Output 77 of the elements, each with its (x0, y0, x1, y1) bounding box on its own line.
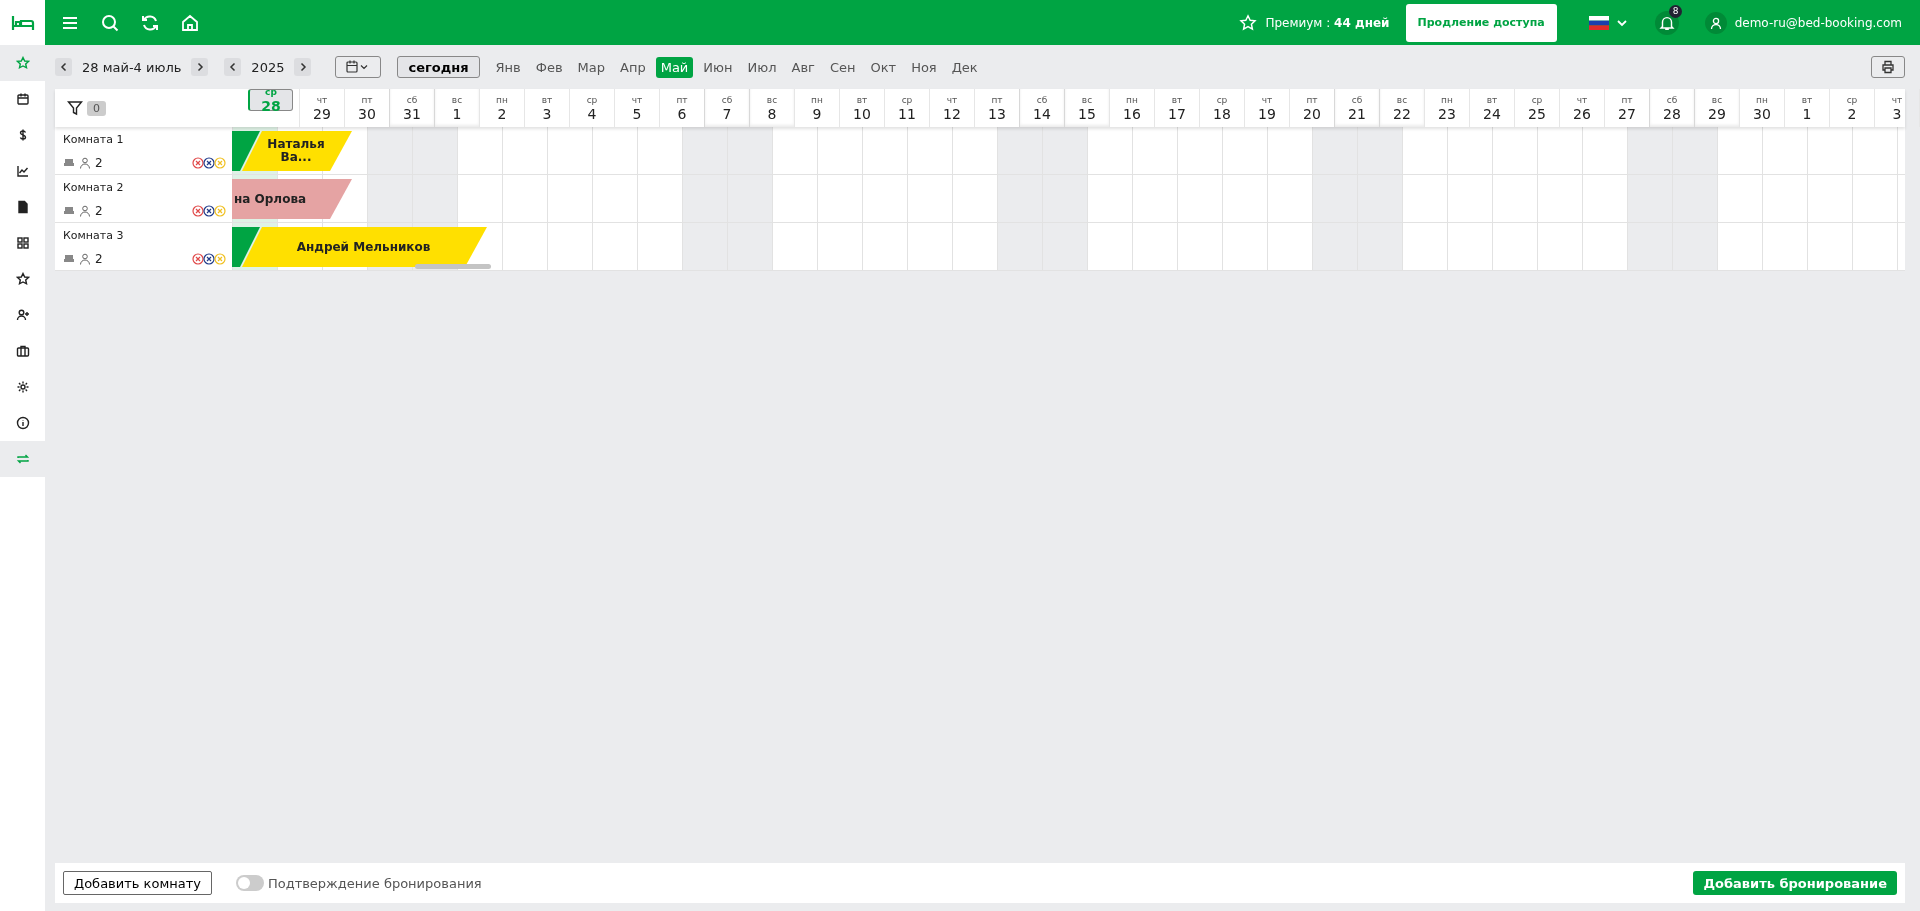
status-icons (192, 157, 226, 169)
guest-count: 2 (95, 252, 103, 266)
month-tab[interactable]: Янв (490, 56, 526, 78)
month-tab[interactable]: Сен (824, 56, 861, 78)
star-icon (1239, 13, 1258, 32)
notification-count: 8 (1668, 4, 1683, 18)
chart-icon (15, 164, 30, 178)
guest-count: 2 (95, 204, 103, 218)
search-icon[interactable] (100, 12, 120, 33)
refresh-icon[interactable] (140, 12, 160, 33)
print-button[interactable] (1871, 56, 1905, 78)
date-range: 28 май-4 июль (82, 59, 182, 75)
room-name: Комната 2 (63, 181, 125, 194)
month-tab[interactable]: Мар (572, 56, 611, 78)
bed-icon (63, 158, 75, 168)
guest-count: 2 (95, 156, 103, 170)
month-tab[interactable]: Июн (698, 56, 738, 78)
confirmation-toggle[interactable] (235, 875, 264, 891)
confirmation-label: Подтверждение бронирования (267, 875, 482, 891)
calendar-icon (15, 92, 30, 106)
briefcase-icon (15, 344, 30, 358)
month-tab[interactable]: Ноя (906, 56, 942, 78)
printer-icon (1881, 60, 1895, 74)
star-icon (15, 56, 30, 70)
day-header: ср 28 (248, 89, 293, 111)
room-name: Комната 3 (63, 229, 125, 242)
chevron-right-icon (195, 62, 204, 72)
guest-name: Андрей Мельников (296, 240, 431, 254)
today-button[interactable]: сегодня (397, 56, 480, 78)
previous-year-button[interactable] (224, 58, 242, 76)
booking-bar[interactable]: Андрей Мельников (242, 227, 487, 267)
month-tab[interactable]: Апр (615, 56, 651, 78)
star-icon (15, 272, 30, 286)
person-icon (79, 253, 91, 265)
person-icon (79, 157, 91, 169)
person-icon (79, 205, 91, 217)
next-year-button[interactable] (294, 58, 312, 76)
premium-status: Премиум : 44 дней (1265, 15, 1390, 30)
booking-bar[interactable]: на Орлова (232, 179, 352, 219)
bed-icon (63, 206, 75, 216)
user-icon[interactable] (1704, 11, 1727, 34)
home-icon[interactable] (180, 12, 200, 33)
booking-bar[interactable]: Наталья Ва... (242, 131, 352, 171)
month-tab[interactable]: Июл (742, 56, 782, 78)
chevron-left-icon (59, 62, 68, 72)
year: 2025 (251, 59, 285, 75)
info-icon (15, 416, 30, 430)
filter-icon[interactable] (67, 100, 83, 116)
guest-name: на Орлова (234, 192, 307, 206)
month-tab[interactable]: Май (655, 56, 694, 78)
user-plus-icon (15, 308, 30, 322)
renew-access-button[interactable]: Продление доступа (1405, 3, 1557, 42)
date-picker-button[interactable] (335, 56, 382, 78)
month-tab[interactable]: Дек (946, 56, 983, 78)
bed-icon (63, 254, 75, 264)
guest-name: Наталья Ва... (266, 138, 326, 164)
add-booking-button[interactable]: Добавить бронирование (1693, 871, 1897, 895)
settings-icon (15, 380, 30, 394)
chevron-left-icon (228, 62, 237, 72)
next-period-button[interactable] (191, 58, 209, 76)
month-tab[interactable]: Окт (865, 56, 902, 78)
status-icons (192, 205, 226, 217)
filter-count: 0 (87, 100, 106, 116)
add-room-button[interactable]: Добавить комнату (63, 871, 212, 895)
repeat-icon (15, 452, 30, 466)
previous-period-button[interactable] (55, 58, 72, 76)
month-tab[interactable]: Фев (530, 56, 568, 78)
bed-logo-icon[interactable] (0, 0, 45, 45)
document-icon (15, 200, 30, 214)
language-selector[interactable] (1588, 15, 1629, 30)
scrollbar[interactable] (415, 264, 491, 269)
chevron-right-icon (298, 62, 307, 72)
status-icons (192, 253, 226, 265)
room-name: Комната 1 (63, 133, 125, 146)
grid-icon (15, 236, 30, 250)
month-tab[interactable]: Авг (786, 56, 820, 78)
user-email[interactable]: demo-ru@bed-booking.com (1734, 15, 1902, 30)
